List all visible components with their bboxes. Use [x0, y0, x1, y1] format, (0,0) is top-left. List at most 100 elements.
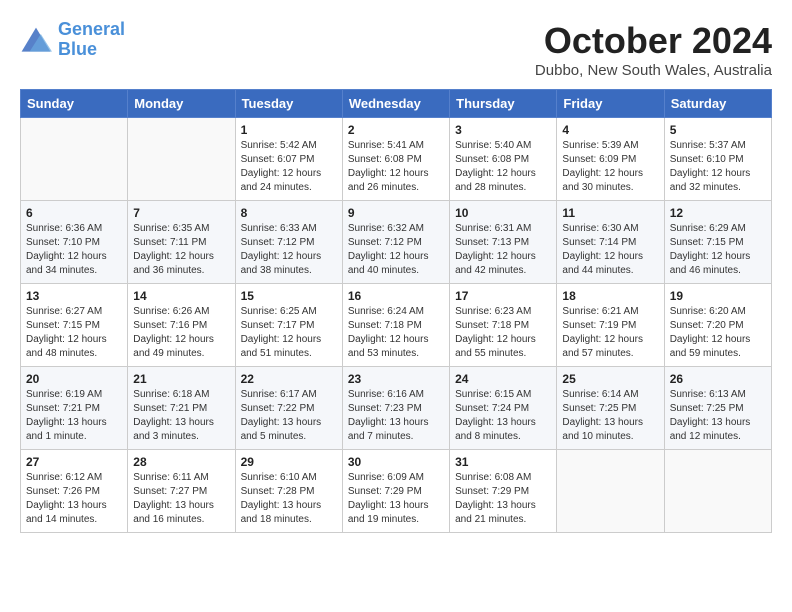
table-row — [21, 118, 128, 201]
table-row: 20 Sunrise: 6:19 AMSunset: 7:21 PMDayligh… — [21, 367, 128, 450]
table-row: 26Sunrise: 6:13 AMSunset: 7:25 PMDayligh… — [664, 367, 771, 450]
day-number: 19 — [670, 289, 766, 303]
day-info: Sunrise: 6:29 AMSunset: 7:15 PMDaylight:… — [670, 223, 751, 276]
logo-icon — [20, 26, 52, 54]
day-number: 10 — [455, 206, 551, 220]
table-row: 7 Sunrise: 6:35 AMSunset: 7:11 PMDaylight… — [128, 201, 235, 284]
day-number: 20 — [26, 372, 122, 386]
logo-line2: Blue — [58, 39, 97, 59]
header: General Blue October 2024 Dubbo, New Sou… — [20, 20, 772, 79]
table-row: 21 Sunrise: 6:18 AMSunset: 7:21 PMDayligh… — [128, 367, 235, 450]
day-info: Sunrise: 6:24 AMSunset: 7:18 PMDaylight:… — [348, 306, 429, 359]
table-row: 2Sunrise: 5:41 AMSunset: 6:08 PMDaylight… — [342, 118, 449, 201]
day-number: 23 — [348, 372, 444, 386]
header-thursday: Thursday — [450, 90, 557, 118]
day-number: 9 — [348, 206, 444, 220]
table-row: 13 Sunrise: 6:27 AMSunset: 7:15 PMDayligh… — [21, 284, 128, 367]
day-info: Sunrise: 6:16 AMSunset: 7:23 PMDaylight:… — [348, 389, 429, 442]
day-info: Sunrise: 6:23 AMSunset: 7:18 PMDaylight:… — [455, 306, 536, 359]
day-number: 17 — [455, 289, 551, 303]
table-row — [557, 450, 664, 533]
day-info: Sunrise: 6:30 AMSunset: 7:14 PMDaylight:… — [562, 223, 643, 276]
logo-line1: General — [58, 19, 125, 39]
day-info: Sunrise: 5:39 AMSunset: 6:09 PMDaylight:… — [562, 140, 643, 193]
day-number: 21 — [133, 372, 229, 386]
day-info: Sunrise: 6:33 AMSunset: 7:12 PMDaylight:… — [241, 223, 322, 276]
header-sunday: Sunday — [21, 90, 128, 118]
day-number: 30 — [348, 455, 444, 469]
day-info: Sunrise: 6:14 AMSunset: 7:25 PMDaylight:… — [562, 389, 643, 442]
day-number: 12 — [670, 206, 766, 220]
day-number: 31 — [455, 455, 551, 469]
day-info: Sunrise: 5:37 AMSunset: 6:10 PMDaylight:… — [670, 140, 751, 193]
day-info: Sunrise: 6:19 AMSunset: 7:21 PMDaylight:… — [26, 389, 107, 442]
day-info: Sunrise: 5:42 AMSunset: 6:07 PMDaylight:… — [241, 140, 322, 193]
day-info: Sunrise: 6:35 AMSunset: 7:11 PMDaylight:… — [133, 223, 214, 276]
day-info: Sunrise: 6:17 AMSunset: 7:22 PMDaylight:… — [241, 389, 322, 442]
day-number: 24 — [455, 372, 551, 386]
day-number: 22 — [241, 372, 337, 386]
day-number: 5 — [670, 123, 766, 137]
table-row: 3 Sunrise: 5:40 AMSunset: 6:08 PMDaylight… — [450, 118, 557, 201]
day-number: 29 — [241, 455, 337, 469]
table-row: 18Sunrise: 6:21 AMSunset: 7:19 PMDayligh… — [557, 284, 664, 367]
header-wednesday: Wednesday — [342, 90, 449, 118]
day-info: Sunrise: 6:11 AMSunset: 7:27 PMDaylight:… — [133, 472, 214, 525]
day-number: 8 — [241, 206, 337, 220]
header-tuesday: Tuesday — [235, 90, 342, 118]
day-number: 2 — [348, 123, 444, 137]
table-row — [128, 118, 235, 201]
table-row: 27Sunrise: 6:12 AMSunset: 7:26 PMDayligh… — [21, 450, 128, 533]
table-row: 4 Sunrise: 5:39 AMSunset: 6:09 PMDaylight… — [557, 118, 664, 201]
day-number: 4 — [562, 123, 658, 137]
day-info: Sunrise: 6:32 AMSunset: 7:12 PMDaylight:… — [348, 223, 429, 276]
day-info: Sunrise: 5:40 AMSunset: 6:08 PMDaylight:… — [455, 140, 536, 193]
table-row: 16Sunrise: 6:24 AMSunset: 7:18 PMDayligh… — [342, 284, 449, 367]
table-row: 19 Sunrise: 6:20 AMSunset: 7:20 PMDayligh… — [664, 284, 771, 367]
table-row: 25 Sunrise: 6:14 AMSunset: 7:25 PMDayligh… — [557, 367, 664, 450]
day-info: Sunrise: 6:26 AMSunset: 7:16 PMDaylight:… — [133, 306, 214, 359]
table-row: 23 Sunrise: 6:16 AMSunset: 7:23 PMDayligh… — [342, 367, 449, 450]
table-row: 12 Sunrise: 6:29 AMSunset: 7:15 PMDayligh… — [664, 201, 771, 284]
header-monday: Monday — [128, 90, 235, 118]
day-number: 13 — [26, 289, 122, 303]
day-info: Sunrise: 6:25 AMSunset: 7:17 PMDaylight:… — [241, 306, 322, 359]
day-number: 25 — [562, 372, 658, 386]
day-info: Sunrise: 6:27 AMSunset: 7:15 PMDaylight:… — [26, 306, 107, 359]
day-number: 3 — [455, 123, 551, 137]
day-info: Sunrise: 6:18 AMSunset: 7:21 PMDaylight:… — [133, 389, 214, 442]
table-row: 24 Sunrise: 6:15 AMSunset: 7:24 PMDayligh… — [450, 367, 557, 450]
table-row: 6 Sunrise: 6:36 AMSunset: 7:10 PMDaylight… — [21, 201, 128, 284]
day-number: 14 — [133, 289, 229, 303]
calendar-header: Sunday Monday Tuesday Wednesday Thursday… — [21, 90, 772, 118]
day-info: Sunrise: 6:21 AMSunset: 7:19 PMDaylight:… — [562, 306, 643, 359]
day-number: 6 — [26, 206, 122, 220]
table-row: 5 Sunrise: 5:37 AMSunset: 6:10 PMDaylight… — [664, 118, 771, 201]
table-row: 1 Sunrise: 5:42 AMSunset: 6:07 PMDaylight… — [235, 118, 342, 201]
month-title: October 2024 — [535, 20, 772, 62]
day-number: 11 — [562, 206, 658, 220]
day-info: Sunrise: 6:31 AMSunset: 7:13 PMDaylight:… — [455, 223, 536, 276]
day-info: Sunrise: 6:10 AMSunset: 7:28 PMDaylight:… — [241, 472, 322, 525]
table-row — [664, 450, 771, 533]
header-friday: Friday — [557, 90, 664, 118]
logo-text: General Blue — [58, 20, 125, 60]
day-info: Sunrise: 6:08 AMSunset: 7:29 PMDaylight:… — [455, 472, 536, 525]
day-info: Sunrise: 6:13 AMSunset: 7:25 PMDaylight:… — [670, 389, 751, 442]
day-info: Sunrise: 6:15 AMSunset: 7:24 PMDaylight:… — [455, 389, 536, 442]
header-saturday: Saturday — [664, 90, 771, 118]
table-row: 14 Sunrise: 6:26 AMSunset: 7:16 PMDayligh… — [128, 284, 235, 367]
table-row: 31 Sunrise: 6:08 AMSunset: 7:29 PMDayligh… — [450, 450, 557, 533]
day-info: Sunrise: 6:20 AMSunset: 7:20 PMDaylight:… — [670, 306, 751, 359]
calendar-body: 1 Sunrise: 5:42 AMSunset: 6:07 PMDaylight… — [21, 118, 772, 533]
day-info: Sunrise: 6:09 AMSunset: 7:29 PMDaylight:… — [348, 472, 429, 525]
table-row: 30 Sunrise: 6:09 AMSunset: 7:29 PMDayligh… — [342, 450, 449, 533]
table-row: 29 Sunrise: 6:10 AMSunset: 7:28 PMDayligh… — [235, 450, 342, 533]
title-area: October 2024 Dubbo, New South Wales, Aus… — [535, 20, 772, 79]
table-row: 10 Sunrise: 6:31 AMSunset: 7:13 PMDayligh… — [450, 201, 557, 284]
calendar-table: Sunday Monday Tuesday Wednesday Thursday… — [20, 89, 772, 533]
day-number: 1 — [241, 123, 337, 137]
day-info: Sunrise: 6:36 AMSunset: 7:10 PMDaylight:… — [26, 223, 107, 276]
day-number: 7 — [133, 206, 229, 220]
logo: General Blue — [20, 20, 125, 60]
